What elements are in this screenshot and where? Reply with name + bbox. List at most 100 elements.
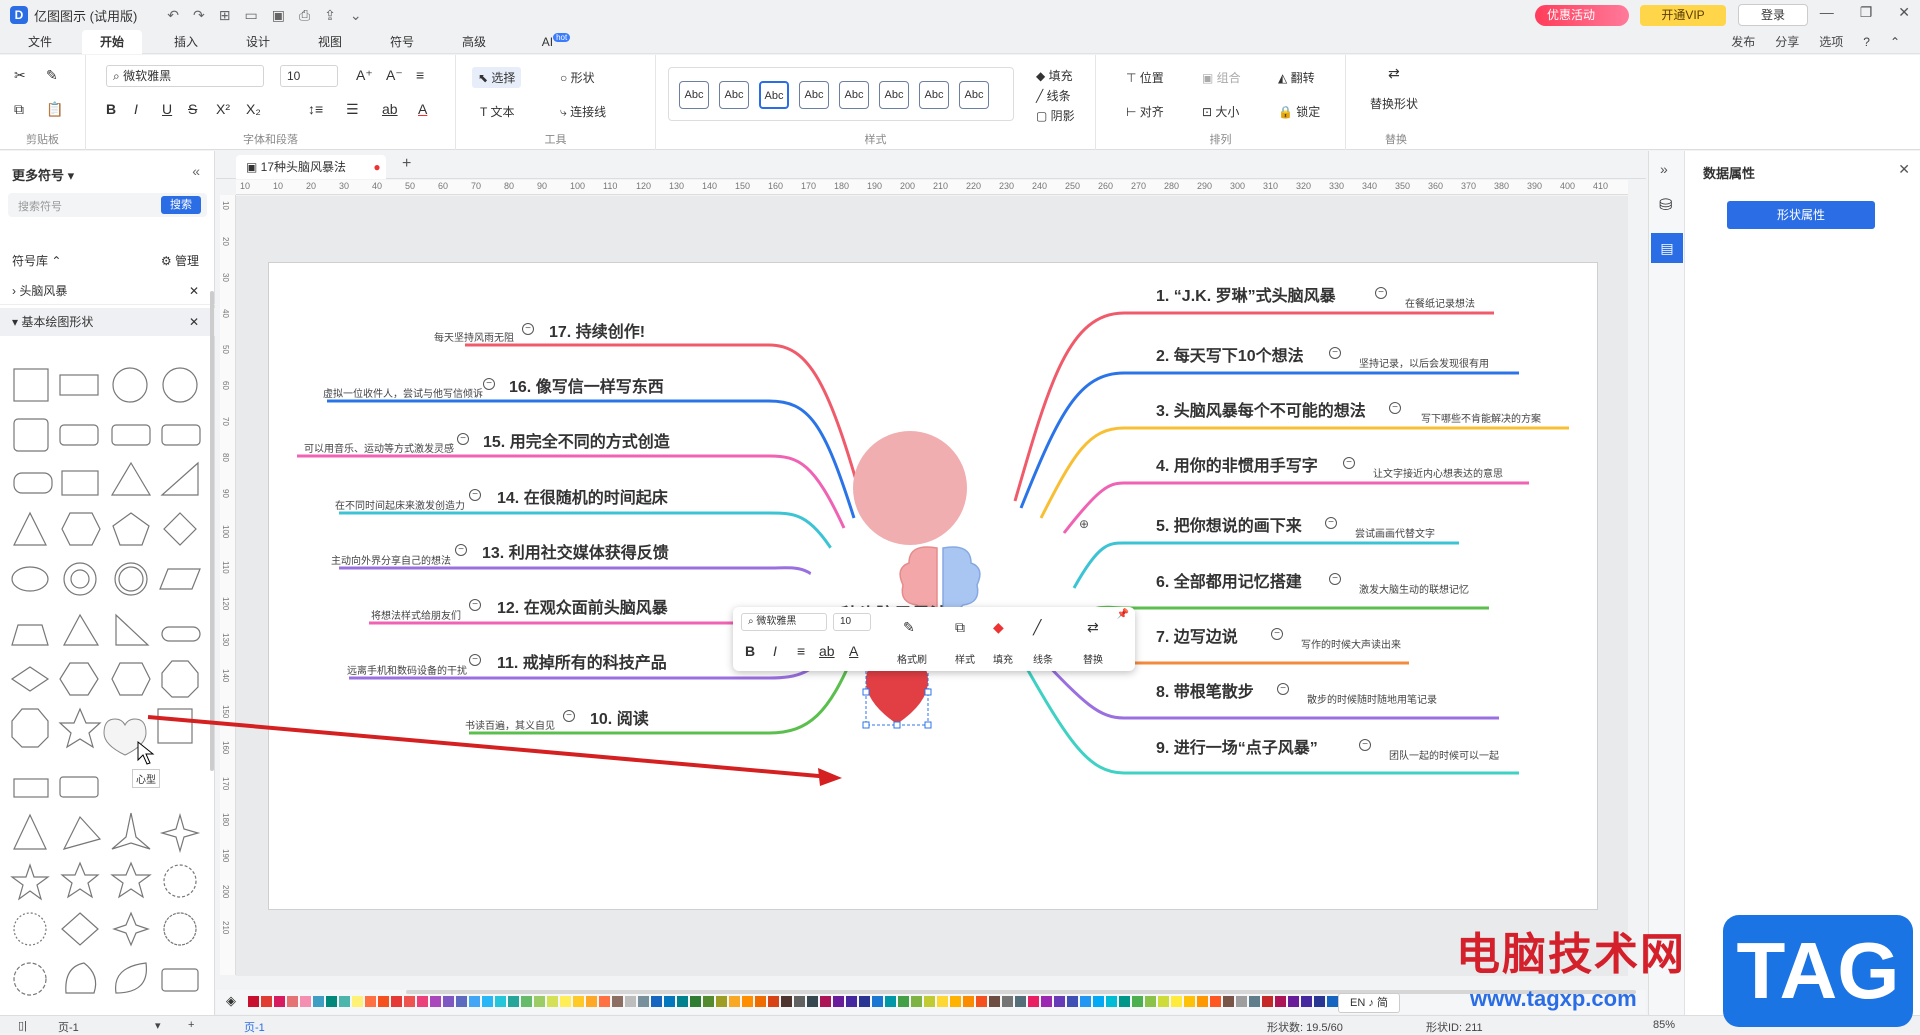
symbol-search[interactable]: 搜索符号 搜索 bbox=[8, 193, 207, 217]
collapse-icon[interactable]: − bbox=[1277, 683, 1289, 695]
color-swatch[interactable] bbox=[391, 996, 402, 1007]
select-tool[interactable]: ⬉ 选择 bbox=[472, 67, 522, 88]
shape-square[interactable] bbox=[13, 368, 49, 402]
float-style-icon[interactable]: ⧉ bbox=[955, 619, 965, 636]
flip-button[interactable]: ◭ 翻转 bbox=[1278, 69, 1315, 86]
color-swatch[interactable] bbox=[521, 996, 532, 1007]
shape-ring[interactable] bbox=[63, 562, 97, 596]
text-highlight-icon[interactable]: ab bbox=[382, 101, 398, 117]
grow-font-icon[interactable]: A⁺ bbox=[356, 67, 373, 84]
subtopic-left-11[interactable]: 远离手机和数码设备的干扰 bbox=[347, 662, 467, 677]
page-list-icon[interactable]: ▯| bbox=[18, 1019, 27, 1032]
color-swatch[interactable] bbox=[1041, 996, 1052, 1007]
replace-shape-icon[interactable]: ⇄ bbox=[1388, 65, 1400, 82]
color-swatch[interactable] bbox=[924, 996, 935, 1007]
color-swatch[interactable] bbox=[833, 996, 844, 1007]
color-swatch[interactable] bbox=[1106, 996, 1117, 1007]
float-color-icon[interactable]: A bbox=[849, 643, 858, 659]
style-swatch[interactable]: Abc bbox=[679, 81, 709, 109]
color-swatch[interactable] bbox=[677, 996, 688, 1007]
float-size-select[interactable]: 10 bbox=[833, 613, 871, 631]
collapse-icon[interactable]: − bbox=[1271, 628, 1283, 640]
float-font-select[interactable]: ⌕ 微软雅黑 bbox=[741, 613, 827, 631]
color-swatch[interactable] bbox=[781, 996, 792, 1007]
topic-left-12[interactable]: 12. 在观众面前头脑风暴 bbox=[497, 594, 668, 618]
collapse-icon[interactable]: − bbox=[1359, 739, 1371, 751]
subtopic-left-13[interactable]: 主动向外界分享自己的想法 bbox=[331, 552, 451, 567]
shrink-font-icon[interactable]: A⁻ bbox=[386, 67, 403, 84]
subtopic-right-2[interactable]: 坚持记录，以后会发现很有用 bbox=[1359, 355, 1489, 370]
publish-button[interactable]: 发布 bbox=[1731, 30, 1755, 54]
color-swatch[interactable] bbox=[1288, 996, 1299, 1007]
float-fill-icon[interactable]: ◆ bbox=[993, 619, 1004, 636]
shape-star[interactable] bbox=[58, 707, 102, 749]
menu-design[interactable]: 设计 bbox=[238, 30, 278, 54]
search-button[interactable]: 搜索 bbox=[161, 196, 201, 214]
align-button[interactable]: ⊢ 对齐 bbox=[1126, 103, 1164, 120]
line-spacing-icon[interactable]: ↕≡ bbox=[308, 101, 323, 117]
color-swatch[interactable] bbox=[508, 996, 519, 1007]
login-button[interactable]: 登录 bbox=[1738, 4, 1808, 26]
vip-button[interactable]: 开通VIP bbox=[1640, 5, 1726, 26]
float-style-label[interactable]: 样式 bbox=[955, 651, 975, 666]
shape-star[interactable] bbox=[60, 861, 100, 899]
color-swatch[interactable] bbox=[664, 996, 675, 1007]
shape-right-triangle[interactable] bbox=[115, 613, 150, 646]
color-swatch[interactable] bbox=[1210, 996, 1221, 1007]
collapse-icon[interactable]: − bbox=[457, 433, 469, 445]
options-button[interactable]: 选项 bbox=[1819, 30, 1843, 54]
shape-parallelogram[interactable] bbox=[159, 568, 201, 590]
topic-right-5[interactable]: 5. 把你想说的画下来 bbox=[1156, 512, 1302, 536]
promo-button[interactable]: 优惠活动 bbox=[1535, 5, 1629, 26]
topic-left-14[interactable]: 14. 在很随机的时间起床 bbox=[497, 484, 668, 508]
shape-triangle[interactable] bbox=[13, 511, 47, 546]
shape-ring[interactable] bbox=[114, 562, 148, 596]
color-swatch[interactable] bbox=[846, 996, 857, 1007]
shape-octagon[interactable] bbox=[161, 660, 199, 698]
color-swatch[interactable] bbox=[378, 996, 389, 1007]
menu-advanced[interactable]: 高级 bbox=[454, 30, 494, 54]
menu-ai[interactable]: AI hot bbox=[536, 30, 576, 54]
group-button[interactable]: ▣ 组合 bbox=[1202, 69, 1241, 86]
color-swatch[interactable] bbox=[1327, 996, 1338, 1007]
restore-icon[interactable]: ❐ bbox=[1860, 4, 1873, 21]
color-swatch[interactable] bbox=[456, 996, 467, 1007]
export-icon[interactable]: ⇪ bbox=[324, 7, 336, 24]
color-swatch[interactable] bbox=[1132, 996, 1143, 1007]
style-swatch[interactable]: Abc bbox=[919, 81, 949, 109]
float-bold-icon[interactable]: B bbox=[745, 643, 755, 659]
fill-option[interactable]: ◆ 填充 bbox=[1036, 67, 1073, 84]
shape-octagon[interactable] bbox=[61, 512, 101, 546]
style-swatch[interactable]: Abc bbox=[719, 81, 749, 109]
collapse-icon[interactable]: − bbox=[1375, 287, 1387, 299]
shape-rectangle[interactable] bbox=[59, 374, 99, 396]
shape-triangle[interactable] bbox=[62, 815, 102, 850]
color-swatch[interactable] bbox=[885, 996, 896, 1007]
topic-left-16[interactable]: 16. 像写信一样写东西 bbox=[509, 373, 664, 397]
connector-tool[interactable]: ⤷ 连接线 bbox=[560, 103, 606, 120]
color-swatch[interactable] bbox=[963, 996, 974, 1007]
manage-button[interactable]: ⚙ 管理 bbox=[161, 247, 199, 275]
topic-right-9[interactable]: 9. 进行一场“点子风暴” bbox=[1156, 734, 1318, 758]
color-swatch[interactable] bbox=[716, 996, 727, 1007]
float-replace-label[interactable]: 替换 bbox=[1083, 651, 1103, 666]
color-swatch[interactable] bbox=[443, 996, 454, 1007]
add-page-icon[interactable]: + bbox=[188, 1019, 194, 1031]
paint-bucket-icon[interactable]: ⛁ bbox=[1659, 195, 1672, 215]
size-button[interactable]: ⊡ 大小 bbox=[1202, 103, 1239, 120]
position-button[interactable]: ⊤ 位置 bbox=[1126, 69, 1164, 86]
subtopic-left-12[interactable]: 将想法样式给朋友们 bbox=[371, 607, 461, 622]
color-swatch[interactable] bbox=[1249, 996, 1260, 1007]
subtopic-left-15[interactable]: 可以用音乐、运动等方式激发灵感 bbox=[304, 440, 454, 455]
color-swatch[interactable] bbox=[274, 996, 285, 1007]
float-replace-icon[interactable]: ⇄ bbox=[1087, 619, 1099, 636]
color-swatch[interactable] bbox=[1002, 996, 1013, 1007]
topic-left-17[interactable]: 17. 持续创作! bbox=[549, 318, 645, 342]
subtopic-right-5[interactable]: 尝试画画代替文字 bbox=[1355, 525, 1435, 540]
shape-star-4[interactable] bbox=[112, 911, 150, 947]
color-swatch[interactable] bbox=[950, 996, 961, 1007]
collapse-icon[interactable]: − bbox=[1389, 402, 1401, 414]
horizontal-scrollbar[interactable] bbox=[406, 990, 1636, 994]
subtopic-left-17[interactable]: 每天坚持风雨无阻 bbox=[434, 329, 514, 344]
color-swatch[interactable] bbox=[1275, 996, 1286, 1007]
